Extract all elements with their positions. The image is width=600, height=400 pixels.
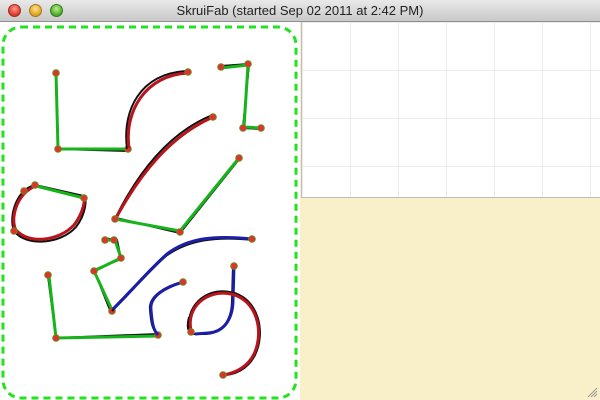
app-window: SkruiFab (started Sep 02 2011 at 2:42 PM… [0, 0, 600, 400]
window-title: SkruiFab (started Sep 02 2011 at 2:42 PM… [176, 3, 424, 18]
sketch-svg[interactable] [0, 22, 300, 400]
stroke-bracket[interactable] [217, 60, 265, 132]
grid-panel[interactable] [301, 22, 600, 198]
stroke-l-shape[interactable] [52, 69, 132, 153]
empty-panel [301, 198, 600, 400]
title-bar[interactable]: SkruiFab (started Sep 02 2011 at 2:42 PM… [0, 0, 600, 22]
resize-grip-icon[interactable] [586, 386, 598, 398]
stroke-blue-hook[interactable] [148, 278, 187, 337]
stroke-half-circle[interactable] [10, 181, 88, 243]
stroke-bottom-l[interactable] [44, 271, 162, 342]
stroke-bottom-circle[interactable] [186, 262, 261, 379]
stroke-long-arc[interactable] [111, 113, 243, 236]
sketch-canvas[interactable] [0, 22, 300, 400]
